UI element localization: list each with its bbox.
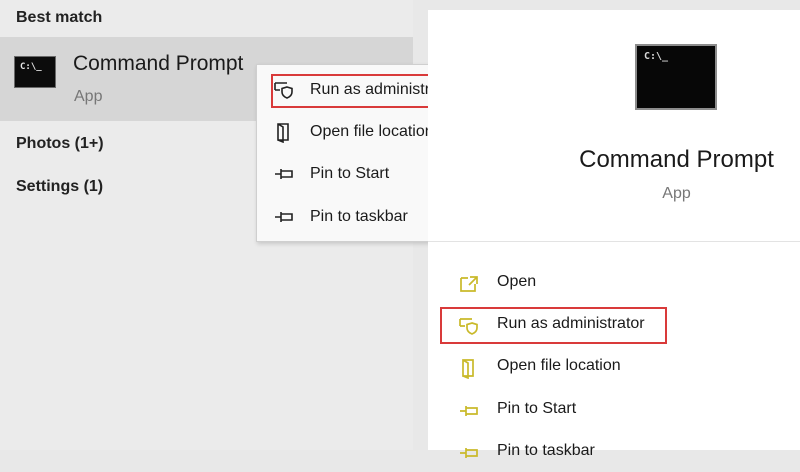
action-label: Pin to taskbar <box>497 442 595 459</box>
open-icon <box>460 276 478 292</box>
context-menu-label: Pin to taskbar <box>310 208 408 225</box>
category-photos[interactable]: Photos (1+) <box>16 135 104 153</box>
pin-icon <box>275 169 293 179</box>
app-subtitle: App <box>662 185 691 202</box>
folder-location-icon <box>277 123 289 143</box>
command-prompt-large-icon: C:\_ <box>635 44 717 110</box>
pin-icon <box>275 212 293 222</box>
divider <box>428 241 800 242</box>
action-open[interactable]: Open <box>458 267 778 303</box>
app-details-pane: C:\_ Command Prompt App Open Run as admi… <box>428 10 800 459</box>
command-prompt-large-icon-text: C:\_ <box>644 51 669 62</box>
highlight-box <box>440 307 667 344</box>
best-match-type: App <box>74 88 103 105</box>
folder-location-icon <box>462 359 474 379</box>
action-label: Pin to Start <box>497 400 577 417</box>
best-match-name[interactable]: Command Prompt <box>73 52 243 76</box>
action-pin-to-start[interactable]: Pin to Start <box>458 394 778 430</box>
category-settings[interactable]: Settings (1) <box>16 178 103 196</box>
command-prompt-icon: C:\_ <box>14 56 56 88</box>
best-match-heading: Best match <box>16 9 103 26</box>
action-label: Open <box>497 273 537 290</box>
pin-icon <box>460 406 478 416</box>
context-menu-label: Pin to Start <box>310 165 390 182</box>
action-pin-to-taskbar[interactable]: Pin to taskbar <box>458 436 778 472</box>
action-label: Open file location <box>497 357 621 374</box>
command-prompt-icon-text: C:\_ <box>20 62 42 72</box>
pin-icon <box>460 448 478 458</box>
context-menu-label: Open file location <box>310 123 434 140</box>
app-title: Command Prompt <box>579 146 774 173</box>
action-open-file-location[interactable]: Open file location <box>458 351 778 387</box>
